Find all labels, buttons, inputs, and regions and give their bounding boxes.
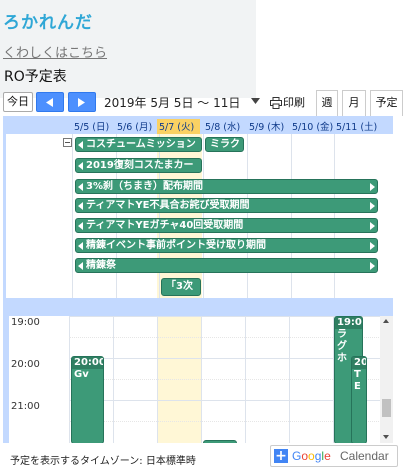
date-range-label: 2019年 5月 5日 ～ 11日 [104, 96, 241, 110]
scroll-thumb[interactable] [382, 399, 391, 417]
scroll-down-arrow-icon[interactable] [383, 435, 389, 439]
allday-event-chimaki[interactable]: 3%刹（ちまき）配布期間 [75, 179, 378, 194]
allday-event-costama[interactable]: 2019復刻コスたまカー [75, 158, 202, 173]
allday-event-costume-mission[interactable]: コスチュームミッション [75, 137, 202, 152]
allday-event-refine-points[interactable]: 精錬イベント事前ポイント受け取り期間 [75, 238, 378, 253]
column-divider [72, 134, 73, 298]
timezone-label: 予定を表示するタイムゾーン: 日本標準時 [10, 456, 196, 467]
event-time: 20:00 [72, 357, 104, 369]
allday-event-miracle[interactable]: ミラク [205, 137, 244, 152]
column-divider [247, 134, 248, 298]
allday-event-tiamat-apology[interactable]: ティアマトYE不具合お詫び受取期間 [75, 198, 378, 213]
print-label: 印刷 [283, 96, 305, 109]
allday-event-tiamat-gacha[interactable]: ティアマトYEガチャ40回受取期間 [75, 218, 378, 233]
prev-week-button[interactable] [36, 92, 64, 112]
timed-events-section: 19:00 20:00 21:00 20:00 Gv 19:00 ラグホ 20 … [9, 316, 383, 443]
hour-label: 20:00 [11, 359, 40, 370]
tab-agenda[interactable]: 予定 [370, 90, 403, 116]
event-time: 19:00 [335, 317, 362, 329]
all-day-section: コスチュームミッション ミラク 2019復刻コスたまカー 3%刹（ちまき）配布期… [6, 134, 393, 298]
timed-event-te[interactable]: 20 TE [351, 356, 367, 443]
allday-event-refine-festival[interactable]: 精錬祭 [75, 258, 378, 273]
day-header-mon[interactable]: 5/6 (月) [117, 119, 152, 133]
next-week-button[interactable] [68, 92, 96, 112]
time-scrollbar[interactable] [380, 316, 393, 443]
event-title: ラグホ [337, 329, 347, 364]
day-header-fri[interactable]: 5/10 (金) [292, 119, 333, 133]
hour-label: 19:00 [11, 317, 40, 328]
day-header-tue-today[interactable]: 5/7 (火) [157, 119, 200, 134]
calendar-widget: ろかれんだ くわしくはこちら RO予定表 今日 2019年 5月 5日 ～ 11… [0, 0, 403, 473]
next-arrow-icon [78, 98, 85, 107]
day-header-sat[interactable]: 5/11 (土) [336, 119, 377, 133]
site-title: ろかれんだ [3, 13, 93, 33]
today-button[interactable]: 今日 [3, 92, 33, 112]
google-plus-icon: + [274, 448, 288, 464]
timed-event-gv[interactable]: 20:00 Gv [71, 356, 104, 443]
google-logo-text: Google [292, 449, 331, 463]
calendar-logo-text: Calendar [340, 449, 389, 463]
day-header-row: 5/5 (日) 5/6 (月) 5/7 (火) 5/8 (水) 5/9 (木) … [3, 116, 393, 134]
event-title: Gv [74, 369, 89, 380]
event-time: 20 [352, 357, 367, 369]
prev-arrow-icon [46, 98, 53, 107]
day-header-thu[interactable]: 5/9 (木) [249, 119, 284, 133]
calendar-grid: 5/5 (日) 5/6 (月) 5/7 (火) 5/8 (水) 5/9 (木) … [3, 116, 393, 443]
toolbar: 今日 2019年 5月 5日 ～ 11日 印刷 週 月 予定 [0, 90, 403, 116]
collapse-icon[interactable] [63, 138, 72, 147]
day-header-wed[interactable]: 5/8 (水) [205, 119, 240, 133]
dropdown-arrow-icon[interactable] [251, 98, 260, 104]
day-header-sun[interactable]: 5/5 (日) [74, 119, 109, 133]
scroll-up-arrow-icon[interactable] [383, 319, 389, 323]
allday-event-third-job[interactable]: 「3次 [161, 278, 201, 296]
column-divider [203, 134, 204, 298]
add-to-google-calendar-button[interactable]: + Google Calendar [270, 445, 398, 467]
column-divider [291, 134, 292, 298]
event-title: TE [354, 369, 361, 392]
footer: 予定を表示するタイムゾーン: 日本標準時 + Google Calendar [0, 443, 403, 473]
print-button[interactable]: 印刷 [270, 94, 305, 110]
calendar-title: RO予定表 [4, 69, 67, 85]
details-link[interactable]: くわしくはこちら [3, 42, 107, 61]
tab-month[interactable]: 月 [342, 90, 366, 116]
tab-week[interactable]: 週 [316, 90, 338, 116]
column-divider [334, 134, 335, 298]
printer-icon [270, 97, 282, 109]
hour-label: 21:00 [11, 401, 40, 412]
